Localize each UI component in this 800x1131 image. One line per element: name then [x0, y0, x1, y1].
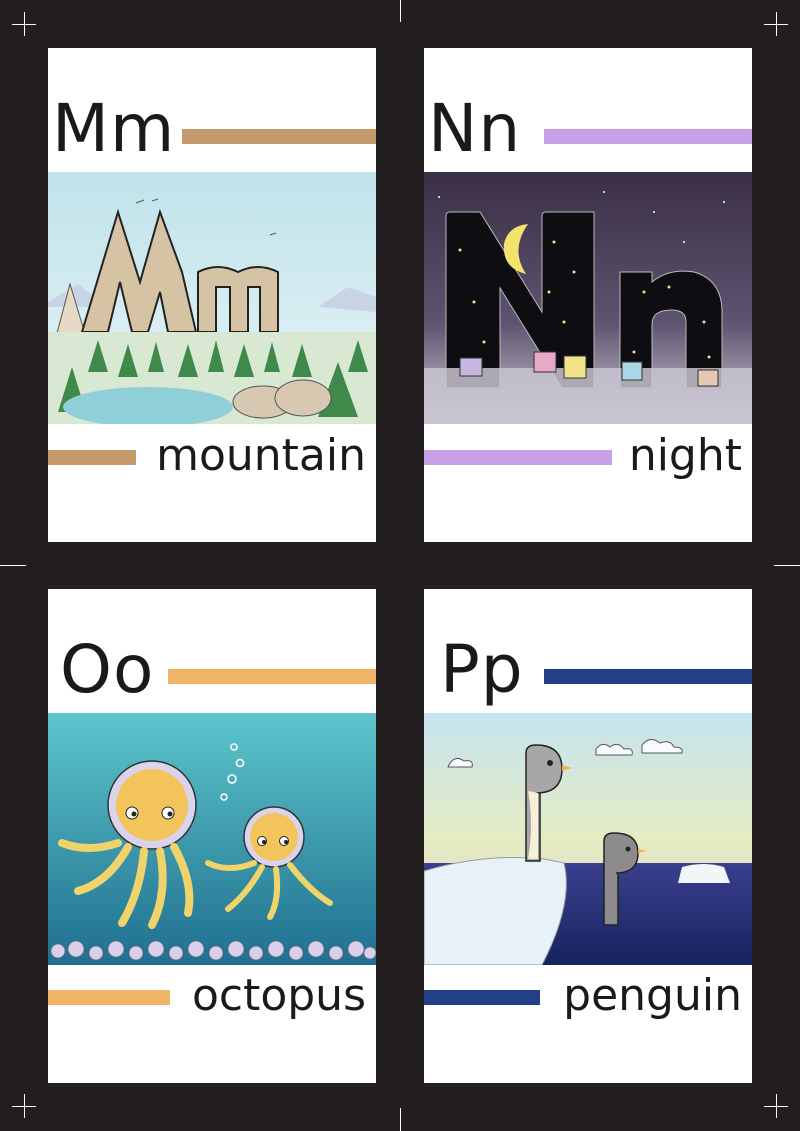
- card-letters: Mm: [52, 90, 176, 167]
- accent-bar-top: [544, 129, 752, 144]
- accent-bar-bottom: [48, 990, 170, 1005]
- crop-mark: [774, 565, 800, 566]
- crop-mark: [776, 1094, 777, 1118]
- crop-mark: [400, 0, 401, 22]
- card-word: mountain: [156, 430, 366, 481]
- card-word: night: [628, 430, 742, 481]
- card-letters: Pp: [440, 631, 524, 708]
- accent-bar-bottom: [424, 450, 612, 465]
- flashcard-o: Oo octopus: [48, 589, 376, 1083]
- flashcard-n: Nn night: [424, 48, 752, 542]
- accent-bar-top: [168, 669, 376, 684]
- night-scene: [424, 172, 752, 424]
- accent-bar-top: [544, 669, 752, 684]
- flashcard-m: Mm mountain: [48, 48, 376, 542]
- accent-bar-bottom: [424, 990, 540, 1005]
- penguin-scene: [424, 713, 752, 965]
- card-letters: Oo: [60, 631, 155, 708]
- card-letters: Nn: [428, 90, 522, 167]
- crop-mark: [0, 565, 26, 566]
- card-word: octopus: [191, 970, 366, 1021]
- mountain-scene: [48, 172, 376, 424]
- flashcard-p: Pp penguin: [424, 589, 752, 1083]
- octopus-scene: [48, 713, 376, 965]
- card-word: penguin: [563, 970, 742, 1021]
- accent-bar-bottom: [48, 450, 136, 465]
- crop-mark: [400, 1108, 401, 1131]
- crop-mark: [24, 12, 25, 36]
- accent-bar-top: [182, 129, 376, 144]
- crop-mark: [776, 12, 777, 36]
- crop-mark: [24, 1094, 25, 1118]
